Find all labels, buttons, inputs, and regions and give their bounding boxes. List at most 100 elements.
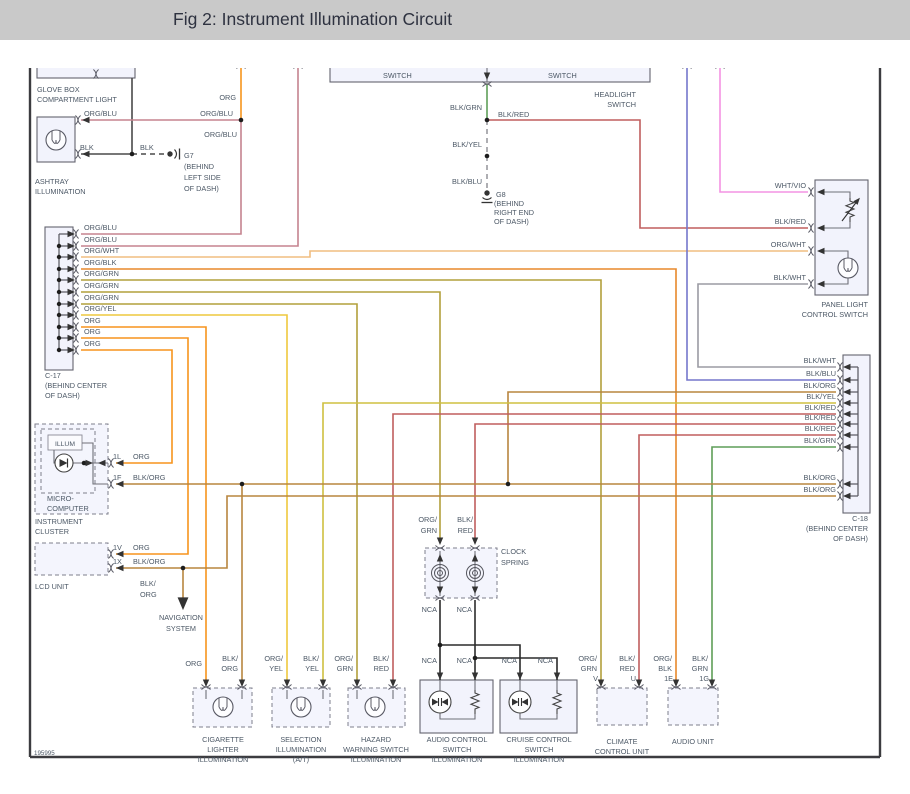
label: BLK/ORG	[133, 557, 166, 566]
arrow-icon	[472, 673, 478, 681]
connector-pin-icon	[837, 420, 842, 429]
label: LEFT SIDE	[184, 173, 221, 182]
label: GLOVE BOX	[37, 85, 80, 94]
label: ILLUMINATION	[514, 755, 565, 764]
bulb-icon	[365, 697, 385, 717]
junction-dot	[473, 656, 478, 661]
label: ILLUMINATION	[198, 755, 249, 764]
label: ORG/BLK	[84, 258, 117, 267]
wire-blk_blu	[687, 64, 836, 380]
label: ORG/	[418, 515, 438, 524]
label: 1V	[113, 543, 122, 552]
label: GRN	[337, 664, 353, 673]
label: ORG/	[264, 654, 284, 663]
label: BLK/YEL	[806, 392, 836, 401]
label: 1E	[664, 674, 673, 683]
label: ORG	[84, 327, 101, 336]
label: BLK/	[457, 515, 474, 524]
label: OF DASH)	[184, 184, 219, 193]
label: GRN	[692, 664, 708, 673]
label: C-18	[852, 514, 868, 523]
label: BLK/	[140, 579, 157, 588]
label: BLK/	[692, 654, 709, 663]
connector-pin-icon	[808, 247, 813, 256]
label: (BEHIND	[494, 199, 524, 208]
connector-pin-icon	[294, 63, 303, 68]
label: 1F	[113, 473, 122, 482]
arrow-icon	[178, 597, 189, 610]
label: SWITCH	[548, 71, 577, 80]
label: ORG/BLU	[200, 109, 233, 118]
label: AUDIO UNIT	[672, 737, 715, 746]
junction-dot	[485, 154, 490, 159]
label: NCA	[422, 656, 438, 665]
label: RED	[458, 526, 473, 535]
label: BLK/ORG	[133, 473, 166, 482]
label: G8	[496, 190, 506, 199]
label: ORG	[133, 543, 150, 552]
label: ORG/BLU	[84, 235, 117, 244]
label: 1G	[699, 674, 709, 683]
label: G7	[184, 151, 194, 160]
label: 195995	[34, 750, 55, 757]
wire-wht_vio	[720, 64, 808, 192]
connector-pin-icon	[837, 363, 842, 372]
label: ORG/WHT	[771, 240, 807, 249]
label: RED	[374, 664, 389, 673]
label: BLK/	[303, 654, 320, 663]
label: BLK/RED	[805, 424, 836, 433]
arrow-icon	[472, 538, 478, 546]
label: ORG/	[653, 654, 673, 663]
label: INSTRUMENT	[35, 517, 83, 526]
label: SELECTION	[280, 735, 321, 744]
label: GRN	[421, 526, 437, 535]
label: BLK/	[373, 654, 390, 663]
wire-org_wht	[81, 251, 808, 257]
label: C-17	[45, 371, 61, 380]
label: BLK/ORG	[804, 473, 837, 482]
label: OF DASH)	[494, 217, 529, 226]
label: ILLUMINATION	[276, 745, 327, 754]
label: ILLUM	[55, 441, 75, 448]
label: ORG	[219, 93, 236, 102]
ground-icon	[167, 149, 179, 160]
box-headlight-switch	[330, 46, 650, 82]
label: ORG/YEL	[84, 304, 116, 313]
diagram-layer: GLOVE BOXCOMPARTMENT LIGHT ORG/BLU ORG ORG/…	[30, 46, 880, 764]
arrow-icon	[437, 673, 443, 681]
ground-icon	[482, 190, 493, 202]
label: COMPARTMENT LIGHT	[37, 95, 117, 104]
label: NCA	[422, 605, 438, 614]
label: SWITCH	[525, 745, 554, 754]
label: SWITCH	[607, 100, 636, 109]
label: (BEHIND	[184, 162, 214, 171]
wire-org_grn	[81, 304, 357, 684]
bulb-icon	[838, 258, 858, 278]
wire-org_grn	[81, 292, 440, 543]
label: OF DASH)	[45, 391, 80, 400]
label: ORG	[84, 339, 101, 348]
label: ORG	[221, 664, 238, 673]
wire-blk_grn	[712, 447, 836, 684]
connector-pin-icon	[808, 224, 813, 233]
box-lcd-unit	[35, 543, 108, 575]
label: (A/T)	[293, 755, 309, 764]
label: CLUSTER	[35, 527, 69, 536]
connector-pin-icon	[837, 431, 842, 440]
connector-pin-icon	[837, 376, 842, 385]
connector-pin-icon	[808, 280, 813, 289]
label: WARNING SWITCH	[343, 745, 409, 754]
arrow-icon	[517, 673, 523, 681]
junction-dot	[485, 118, 490, 123]
connector-pin-icon	[237, 63, 246, 68]
label: ILLUMINATION	[432, 755, 483, 764]
label: SPRING	[501, 558, 529, 567]
label: BLK/ORG	[804, 381, 837, 390]
label: ILLUMINATION	[35, 187, 86, 196]
label: CRUISE CONTROL	[506, 735, 571, 744]
arrow-icon	[437, 538, 443, 546]
label: GRN	[581, 664, 597, 673]
label: BLK/GRN	[450, 103, 482, 112]
label: AUDIO CONTROL	[427, 735, 488, 744]
label: YEL	[305, 664, 319, 673]
